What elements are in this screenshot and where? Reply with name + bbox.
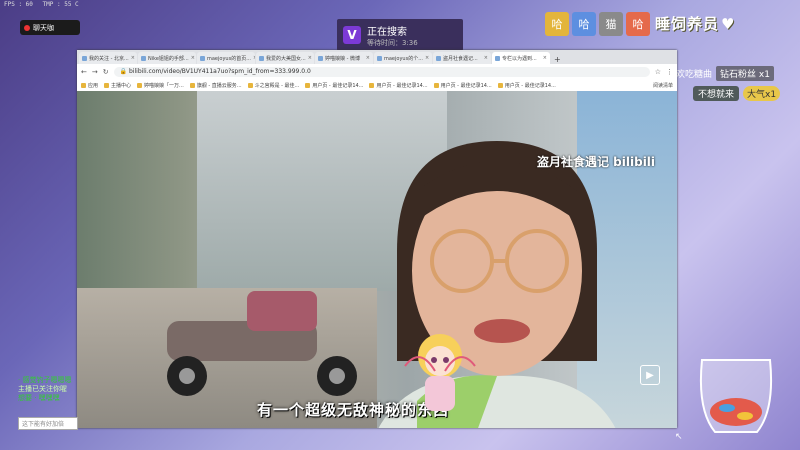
bookmark[interactable]: 主播中心: [104, 82, 131, 89]
folder-icon: [497, 82, 503, 88]
reading-list[interactable]: 阅读清单: [653, 82, 673, 89]
badge-2: 哈: [572, 12, 596, 36]
star-icon[interactable]: ☆: [655, 68, 661, 76]
folder-icon: [189, 82, 195, 88]
bookmark[interactable]: 用户页 - 最佳记录14...: [369, 82, 428, 89]
bookmark[interactable]: 旗舰 - 直播云服务...: [189, 82, 242, 89]
close-icon[interactable]: ×: [425, 55, 429, 61]
close-icon[interactable]: ×: [131, 55, 135, 61]
search-title: 正在搜索: [367, 26, 407, 38]
badge-3: 猫: [599, 12, 623, 36]
browser-tab[interactable]: maejoyus的个... ×: [374, 52, 432, 64]
badge-row: 哈 哈 猫 哈: [545, 12, 650, 36]
v-logo-icon: V: [343, 26, 361, 44]
favicon-icon: [318, 55, 323, 61]
browser-tab-active[interactable]: 专栏以为遇到... ×: [492, 52, 550, 64]
new-tab-button[interactable]: +: [551, 55, 564, 64]
address-bar[interactable]: 🔒 bilibili.com/video/BV1UY411a7uo?spm_id…: [113, 66, 650, 77]
extensions-icon[interactable]: ⋮: [666, 68, 673, 76]
video-player[interactable]: 盗月社食遇记 bilibili 有一个超级无敌神秘的东西: [77, 91, 677, 428]
chat-line: · 感觉钓子嗯嗯嗯: [18, 376, 72, 384]
close-icon[interactable]: ×: [366, 55, 370, 61]
bookmark[interactable]: 用户页 - 最佳记录14...: [497, 82, 556, 89]
close-icon[interactable]: ×: [191, 55, 195, 61]
scooter-image: [167, 291, 357, 396]
rec-badge: 聊天咖: [20, 20, 80, 35]
fishbowl-image: [699, 359, 773, 433]
chat-input[interactable]: 这下能有好加倍: [18, 417, 78, 430]
browser-tab[interactable]: 我的关注 - 北京... ×: [79, 52, 137, 64]
search-popup: V 正在搜索 等待时间：3:36: [337, 19, 463, 51]
nav-bar: ← → ↻ 🔒 bilibili.com/video/BV1UY411a7uo?…: [77, 64, 677, 79]
folder-icon: [137, 82, 143, 88]
close-icon[interactable]: ×: [253, 55, 255, 61]
notice1-tag: 钻石粉丝 x1: [716, 66, 774, 81]
favicon-icon: [259, 55, 264, 61]
address-text: bilibili.com/video/BV1UY411a7uo?spm_id_f…: [129, 68, 311, 75]
search-subtitle: 等待时间：3:36: [367, 38, 418, 47]
bookmark[interactable]: 婷喵娘娘「一万...: [137, 82, 184, 89]
cursor-icon: ↖: [675, 432, 683, 442]
browser-tab[interactable]: 盗月社食遇记... ×: [433, 52, 491, 64]
temp-stat: TMP : 55 C: [42, 1, 79, 8]
chat-panel: · 感觉钓子嗯嗯嗯 主播已关注你喔 想要 · 嘿嘿嘿: [18, 376, 71, 403]
record-dot-icon: [24, 24, 30, 31]
bookmark[interactable]: 用户页 - 最佳记录14...: [305, 82, 363, 89]
lock-icon: 🔒: [119, 68, 130, 75]
folder-icon: [247, 82, 253, 88]
badge-1: 哈: [545, 12, 569, 36]
browser-tab[interactable]: 我爱的大美国女... ×: [256, 52, 314, 64]
video-watermark: 盗月社食遇记 bilibili: [537, 155, 656, 169]
favicon-icon: [200, 55, 205, 61]
close-icon[interactable]: ×: [484, 55, 488, 61]
bookmark[interactable]: 斗之宫殿是 - 最佳...: [247, 82, 299, 89]
browser-tab[interactable]: Nike姐姐的手部... ×: [138, 52, 196, 64]
reload-icon[interactable]: ↻: [103, 68, 109, 76]
brand-title: 睡饲养员 ♥: [655, 13, 735, 34]
bookmark[interactable]: 应用: [81, 82, 98, 89]
folder-icon: [369, 82, 375, 88]
bookmark[interactable]: 用户页 - 最佳记录14...: [433, 82, 492, 89]
stats-bar: FPS : 60 TMP : 55 C: [4, 1, 85, 8]
folder-icon: [81, 82, 86, 88]
back-icon[interactable]: ←: [81, 68, 87, 76]
favicon-icon: [82, 55, 87, 61]
notice2-pill: 不想就来: [693, 86, 740, 101]
brand-text: 睡饲养员: [655, 15, 720, 33]
favicon-icon: [377, 55, 382, 61]
anime-character-sticker: [404, 334, 476, 411]
close-icon[interactable]: ×: [543, 55, 547, 61]
browser-window: 我的关注 - 北京... × Nike姐姐的手部... × maejoyus的首页.…: [77, 50, 677, 428]
folder-icon: [433, 82, 439, 88]
folder-icon: [104, 82, 110, 88]
fps-stat: FPS : 60: [4, 1, 33, 8]
favicon-icon: [141, 55, 146, 61]
forward-icon[interactable]: →: [92, 68, 98, 76]
heart-icon: ♥: [721, 15, 736, 33]
favicon-icon: [436, 55, 441, 61]
notice2-coin: 大气x1: [743, 86, 781, 101]
notice-bottom: 不想就来 大气x1: [693, 86, 781, 101]
badge-4: 哈: [626, 12, 650, 36]
play-icon[interactable]: ▶: [640, 365, 660, 385]
tab-bar: 我的关注 - 北京... × Nike姐姐的手部... × maejoyus的首页.…: [77, 50, 677, 64]
folder-icon: [305, 82, 311, 88]
browser-tab[interactable]: 婷喵娘娘 - 微博 ×: [315, 52, 373, 64]
chat-line: 想要 · 嘿嘿嘿: [18, 394, 60, 402]
close-icon[interactable]: ×: [308, 55, 312, 61]
chat-line: 主播已关注你喔: [18, 385, 67, 393]
browser-tab[interactable]: maejoyus的首页...×: [197, 52, 255, 64]
rec-label: 聊天咖: [33, 23, 54, 32]
favicon-icon: [495, 55, 500, 61]
